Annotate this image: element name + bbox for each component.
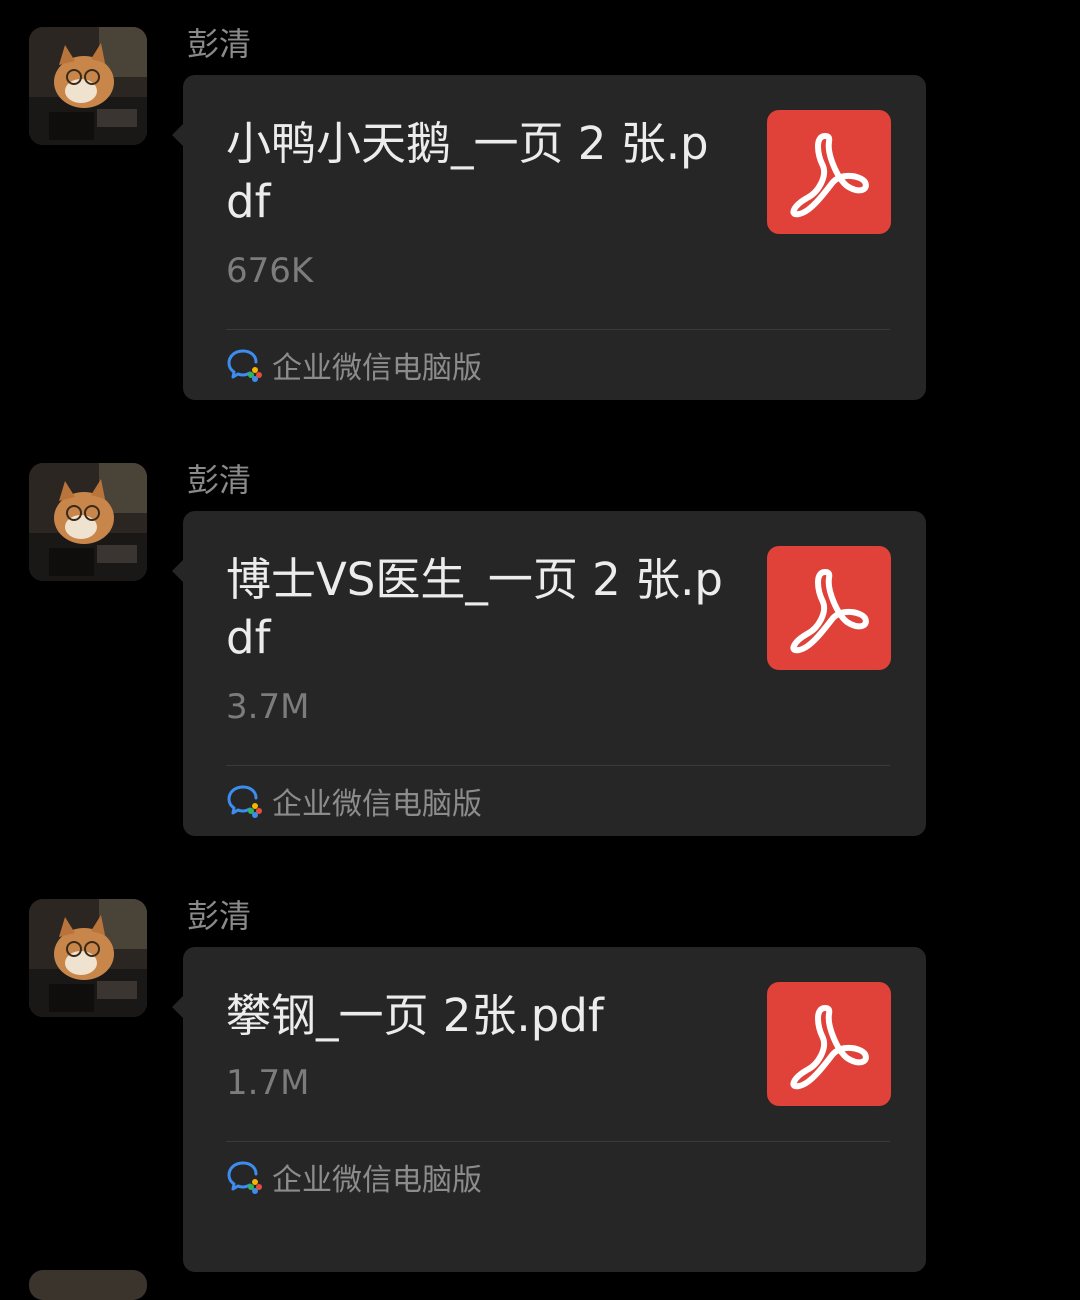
divider [226,765,890,766]
pdf-icon [767,110,891,234]
file-message-card[interactable]: 小鸭小天鹅_一页 2 张.pdf 676K 企业微信电脑版 [172,75,926,400]
wecom-icon [226,782,264,820]
source-label: 企业微信电脑版 [272,351,482,386]
file-message-card[interactable]: 博士VS医生_一页 2 张.pdf 3.7M 企业微信电脑版 [172,511,926,836]
pdf-icon [767,982,891,1106]
file-size: 1.7M [226,1063,310,1103]
wecom-icon [226,1158,264,1196]
bubble-tail [172,995,184,1019]
avatar[interactable] [29,1270,147,1300]
source-row: 企业微信电脑版 [226,1155,482,1199]
file-name: 小鸭小天鹅_一页 2 张.pdf [226,117,709,228]
avatar[interactable] [29,899,147,1017]
pdf-icon [767,546,891,670]
divider [226,329,890,330]
avatar[interactable] [29,27,147,145]
sender-name: 彭清 [187,25,252,63]
wecom-icon [226,346,264,384]
source-row: 企业微信电脑版 [226,779,482,823]
file-size: 3.7M [226,687,310,727]
chat-message: 彭清 博士VS医生_一页 2 张.pdf 3.7M 企业微信电脑版 [0,436,1080,836]
chat-message: 彭清 小鸭小天鹅_一页 2 张.pdf 676K 企业微信电脑版 [0,0,1080,400]
source-label: 企业微信电脑版 [272,1163,482,1198]
file-name: 博士VS医生_一页 2 张.pdf [226,553,723,664]
bubble-tail [172,559,184,583]
divider [226,1141,890,1142]
bubble-tail [172,123,184,147]
file-size: 676K [226,251,314,291]
file-name: 攀钢_一页 2张.pdf [226,989,604,1042]
source-row: 企业微信电脑版 [226,343,482,387]
avatar[interactable] [29,463,147,581]
chat-message: 彭清 攀钢_一页 2张.pdf 1.7M 企业微信电脑版 [0,872,1080,1272]
source-label: 企业微信电脑版 [272,787,482,822]
file-message-card[interactable]: 攀钢_一页 2张.pdf 1.7M 企业微信电脑版 [172,947,926,1272]
sender-name: 彭清 [187,461,252,499]
sender-name: 彭清 [187,897,252,935]
